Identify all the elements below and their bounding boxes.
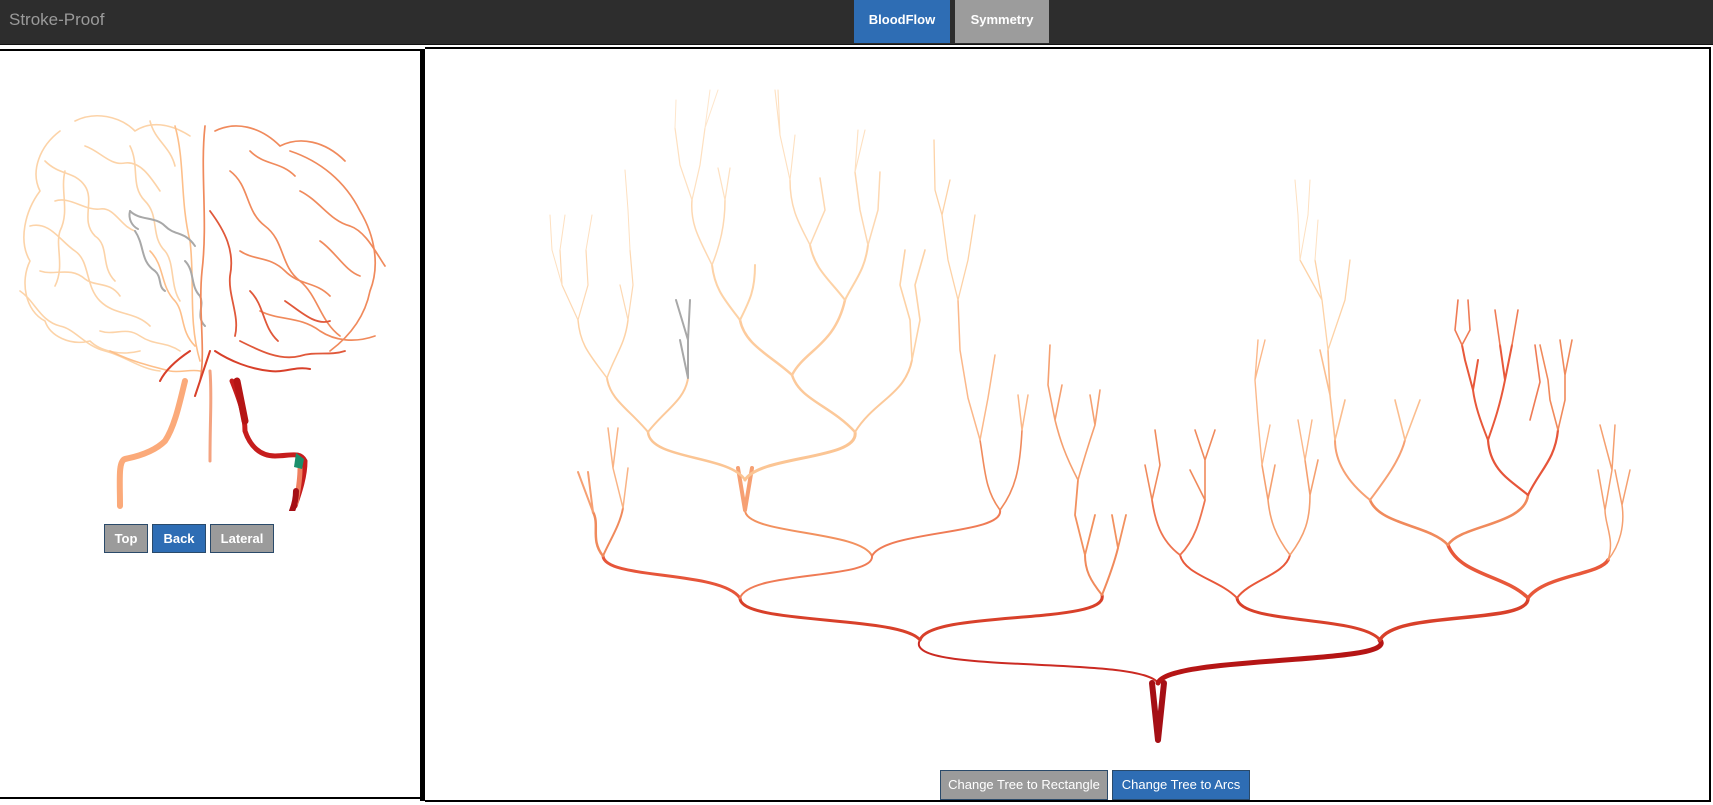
change-tree-rectangle-button[interactable]: Change Tree to Rectangle (940, 770, 1108, 800)
app-title: Stroke-Proof (9, 10, 105, 29)
change-tree-arcs-button[interactable]: Change Tree to Arcs (1112, 770, 1250, 800)
right-hemisphere-vessels (199, 125, 386, 382)
vessel-tree-panel (425, 47, 1711, 802)
right-deep-vessels (209, 210, 346, 359)
occluded-vessels (128, 210, 206, 327)
view-back-button[interactable]: Back (152, 524, 206, 553)
basilar-artery (208, 369, 213, 463)
tab-bloodflow[interactable]: BloodFlow (854, 0, 950, 43)
brain-vessel-render[interactable] (0, 51, 420, 511)
view-lateral-button[interactable]: Lateral (210, 524, 274, 553)
right-carotid-thick-segment (233, 377, 249, 425)
view-top-button[interactable]: Top (104, 524, 148, 553)
top-navbar: Stroke-Proof BloodFlow Symmetry (0, 0, 1713, 45)
left-hemisphere-vessels (19, 115, 191, 372)
brain-3d-panel: Top Back Lateral (0, 49, 420, 799)
right-carotid-base (289, 488, 299, 511)
tab-symmetry[interactable]: Symmetry (955, 0, 1049, 43)
left-carotid-artery (116, 378, 188, 509)
